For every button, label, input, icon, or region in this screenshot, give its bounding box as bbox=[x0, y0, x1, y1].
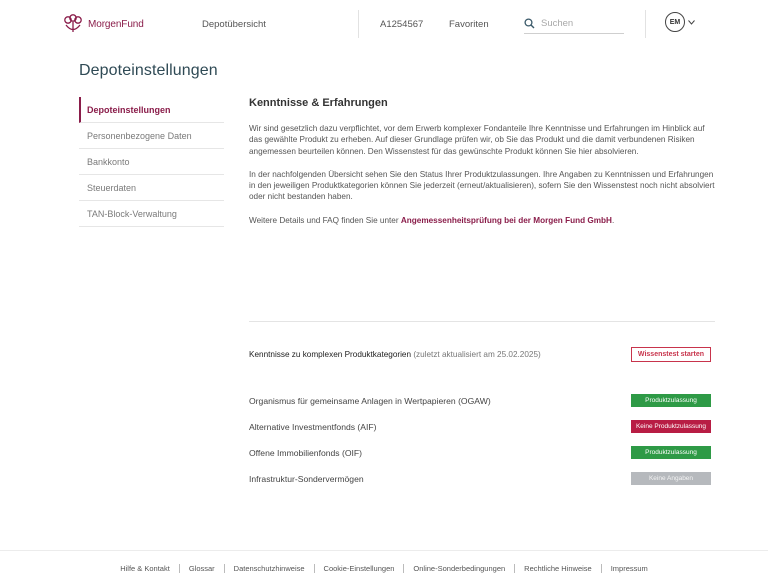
sidebar-item-personal-data[interactable]: Personenbezogene Daten bbox=[79, 123, 224, 149]
sidebar-item-bank-account[interactable]: Bankkonto bbox=[79, 149, 224, 175]
footer-link-online-terms[interactable]: Online-Sonderbedingungen bbox=[404, 564, 514, 573]
footer-link-cookies[interactable]: Cookie-Einstellungen bbox=[315, 564, 404, 573]
list-item: Infrastruktur-Sondervermögen Keine Angab… bbox=[249, 470, 715, 496]
status-badge: Produktzulassung bbox=[631, 394, 711, 407]
footer-link-privacy[interactable]: Datenschutzhinweise bbox=[225, 564, 314, 573]
start-knowledge-test-button[interactable]: Wissenstest starten bbox=[630, 347, 711, 362]
sidebar-item-tan-block[interactable]: TAN-Block-Verwaltung bbox=[79, 201, 224, 227]
list-item: Alternative Investmentfonds (AIF) Keine … bbox=[249, 418, 715, 444]
footer-links: Hilfe & Kontakt Glossar Datenschutzhinwe… bbox=[0, 564, 768, 573]
category-label: Organismus für gemeinsame Anlagen in Wer… bbox=[249, 396, 491, 406]
footer-link-glossary[interactable]: Glossar bbox=[180, 564, 224, 573]
search-box[interactable] bbox=[524, 14, 624, 34]
section-title: Kenntnisse & Erfahrungen bbox=[249, 97, 388, 109]
sidebar-item-tax-data[interactable]: Steuerdaten bbox=[79, 175, 224, 201]
list-item: Organismus für gemeinsame Anlagen in Wer… bbox=[249, 392, 715, 418]
footer-link-help[interactable]: Hilfe & Kontakt bbox=[111, 564, 179, 573]
nav-depot-overview[interactable]: Depotübersicht bbox=[202, 19, 266, 30]
avatar: EM bbox=[665, 12, 685, 32]
faq-prefix: Weitere Details und FAQ finden Sie unter bbox=[249, 215, 401, 225]
page-title: Depoteinstellungen bbox=[79, 62, 218, 79]
status-date-note: (zuletzt aktualisiert am 25.02.2025) bbox=[413, 350, 541, 359]
suitability-link[interactable]: Angemessenheitsprüfung bei der Morgen Fu… bbox=[401, 216, 612, 225]
footer-link-imprint[interactable]: Impressum bbox=[602, 564, 657, 573]
sidebar: Depoteinstellungen Personenbezogene Date… bbox=[79, 97, 224, 227]
list-item: Offene Immobilienfonds (OIF) Produktzula… bbox=[249, 444, 715, 470]
account-number[interactable]: A1254567 bbox=[380, 19, 423, 30]
footer-link-legal[interactable]: Rechtliche Hinweise bbox=[515, 564, 601, 573]
intro-paragraph: Wir sind gesetzlich dazu verpflichtet, v… bbox=[249, 124, 705, 156]
status-badge: Produktzulassung bbox=[631, 446, 711, 459]
header-divider bbox=[358, 10, 359, 38]
header: MorgenFund Depotübersicht A1254567 Favor… bbox=[0, 0, 768, 48]
faq-suffix: . bbox=[611, 215, 615, 225]
category-label: Alternative Investmentfonds (AIF) bbox=[249, 422, 377, 432]
category-label: Offene Immobilienfonds (OIF) bbox=[249, 448, 363, 458]
status-badge: Keine Produktzulassung bbox=[631, 420, 711, 433]
search-icon bbox=[524, 18, 535, 29]
main-content: Kenntnisse & Erfahrungen Wir sind gesetz… bbox=[249, 97, 715, 238]
status-badge: Keine Angaben bbox=[631, 472, 711, 485]
faq-paragraph: Weitere Details und FAQ finden Sie unter… bbox=[249, 215, 715, 226]
section-divider bbox=[249, 321, 715, 322]
status-heading-row: Kenntnisse zu komplexen Produktkategorie… bbox=[249, 347, 715, 363]
footer: Hilfe & Kontakt Glossar Datenschutzhinwe… bbox=[0, 550, 768, 583]
brand-logo-icon bbox=[64, 14, 82, 32]
brand-name: MorgenFund bbox=[88, 18, 144, 30]
status-heading: Kenntnisse zu komplexen Produktkategorie… bbox=[249, 350, 541, 359]
nav-favorites[interactable]: Favoriten bbox=[449, 19, 489, 30]
sidebar-item-depot-settings[interactable]: Depoteinstellungen bbox=[79, 97, 224, 123]
chevron-down-icon bbox=[688, 19, 695, 25]
category-label: Infrastruktur-Sondervermögen bbox=[249, 474, 364, 484]
brand-logo[interactable]: MorgenFund bbox=[62, 14, 144, 34]
search-input[interactable] bbox=[541, 18, 611, 29]
header-divider bbox=[645, 10, 646, 38]
product-category-list: Organismus für gemeinsame Anlagen in Wer… bbox=[249, 392, 715, 496]
overview-paragraph: In der nachfolgenden Übersicht sehen Sie… bbox=[249, 169, 715, 202]
status-heading-text: Kenntnisse zu komplexen Produktkategorie… bbox=[249, 350, 412, 359]
user-menu[interactable]: EM bbox=[665, 12, 695, 32]
